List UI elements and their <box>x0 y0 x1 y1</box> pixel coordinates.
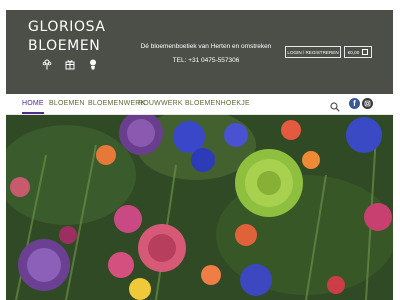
facebook-icon[interactable]: f <box>349 98 360 109</box>
page: GLORIOSA BLOEMEN Dé bloemenboetiek van H… <box>6 10 393 300</box>
nav-item-rouwwerk[interactable]: ROUWWERK <box>138 94 183 114</box>
cart-total: €0,00 <box>347 50 360 55</box>
phone-number[interactable]: TEL: +31 0475-557306 <box>126 56 286 66</box>
logo-line-1: GLORIOSA <box>28 19 106 35</box>
gift-icon <box>65 59 75 70</box>
tagline-text: Dé bloemenboetiek van Herten en omstreke… <box>140 43 272 50</box>
nav-item-bloemen[interactable]: BLOEMEN <box>49 94 85 114</box>
hero-flower-image <box>6 115 393 300</box>
nav-item-bloemenhoekje[interactable]: BLOEMENHOEKJE <box>185 94 250 114</box>
header-tagline-block: Dé bloemenboetiek van Herten en omstreke… <box>126 42 286 66</box>
nav-item-home[interactable]: HOME <box>22 94 44 114</box>
logo-line-2: BLOEMEN <box>28 38 101 54</box>
shopping-bag-icon <box>362 49 369 55</box>
main-navigation: HOME BLOEMEN BLOEMENWERK ROUWWERK BLOEME… <box>6 94 393 115</box>
plant-icon <box>88 59 98 70</box>
flower-icon <box>42 59 52 70</box>
site-logo[interactable]: GLORIOSA BLOEMEN <box>28 18 118 70</box>
login-register-button[interactable]: LOGIN / REGISTREREN <box>285 46 341 58</box>
instagram-icon[interactable] <box>362 98 373 109</box>
logo-icons <box>28 59 118 70</box>
nav-item-bloemenwerk[interactable]: BLOEMENWERK <box>88 94 145 114</box>
login-register-label: LOGIN / REGISTREREN <box>287 50 339 55</box>
cart-button[interactable]: €0,00 <box>344 46 372 58</box>
header-bar: GLORIOSA BLOEMEN Dé bloemenboetiek van H… <box>6 10 393 94</box>
